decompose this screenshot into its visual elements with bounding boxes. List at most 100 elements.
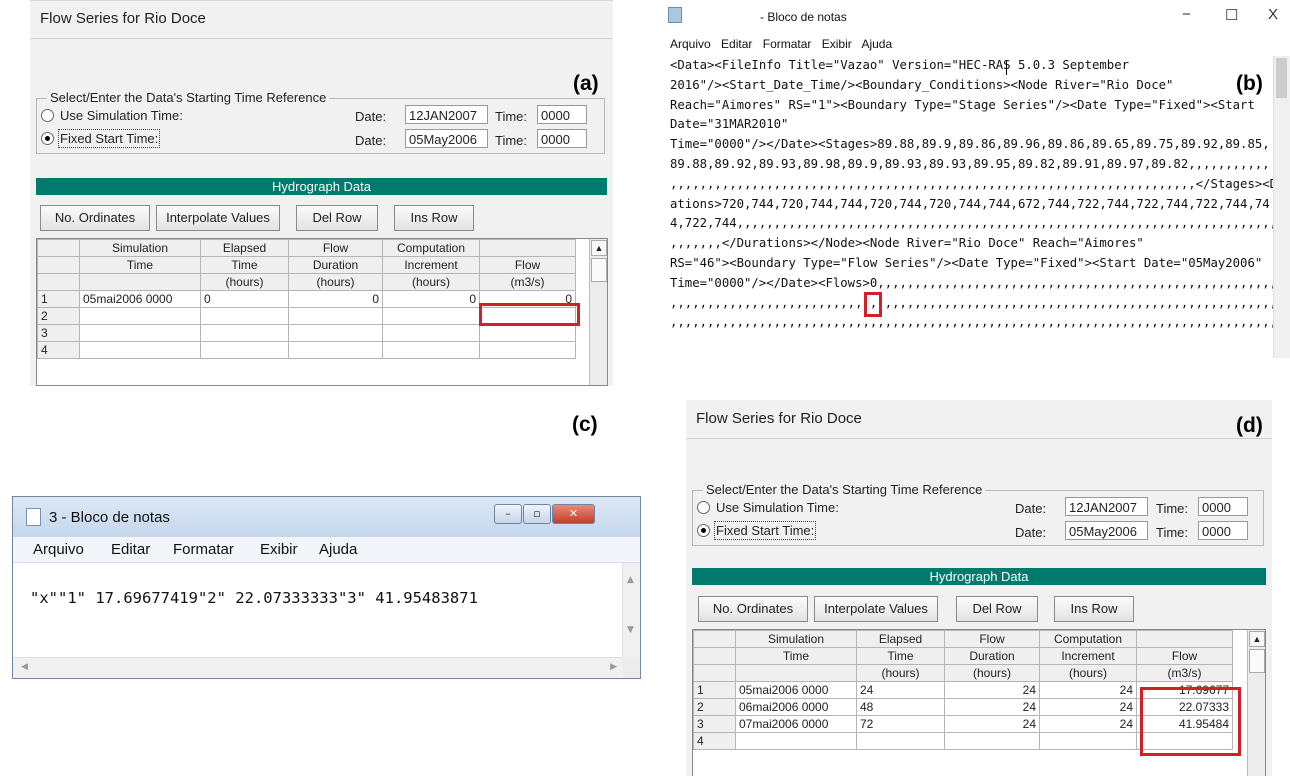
cell-elapsed[interactable]: 72: [856, 715, 945, 733]
cell-increment[interactable]: 0: [382, 290, 480, 308]
cell-increment[interactable]: [382, 341, 480, 359]
resize-grip-icon[interactable]: [623, 658, 640, 678]
cell-duration[interactable]: 24: [944, 715, 1040, 733]
scroll-up-icon[interactable]: ▲: [591, 240, 607, 256]
interpolate-values-button[interactable]: Interpolate Values: [814, 596, 938, 622]
cell-elapsed[interactable]: [200, 341, 289, 359]
text-line: Date="31MAR2010": [670, 117, 789, 132]
radio-fixed-start-time[interactable]: [697, 523, 710, 537]
horizontal-scrollbar[interactable]: ◀ ▶: [13, 657, 623, 678]
cell-flow[interactable]: [479, 341, 576, 359]
table-row[interactable]: 4: [37, 341, 576, 359]
col-duration-h2: Duration: [944, 647, 1040, 665]
maximize-icon[interactable]: ☐: [1225, 6, 1238, 24]
vertical-scrollbar[interactable]: ▲ ▼: [622, 563, 640, 658]
text-line: 4,722,744,,,,,,,,,,,,,,,,,,,,,,,,,,,,,,,…: [670, 216, 1278, 231]
minimize-icon[interactable]: −: [1182, 6, 1191, 23]
cell-flow[interactable]: [479, 324, 576, 342]
menu-arquivo[interactable]: Arquivo: [33, 541, 84, 558]
cell-sim-time[interactable]: [735, 732, 857, 750]
cell-sim-time[interactable]: 07mai2006 0000: [735, 715, 857, 733]
cell-elapsed[interactable]: 24: [856, 681, 945, 699]
cell-sim-time[interactable]: [79, 307, 201, 325]
maximize-icon[interactable]: ▫: [523, 504, 551, 524]
scroll-up-icon[interactable]: ▲: [627, 575, 634, 585]
menu-exibir[interactable]: Exibir: [260, 541, 298, 558]
option-fixed-start-time[interactable]: Fixed Start Time:: [697, 520, 817, 540]
table-row[interactable]: 3: [37, 324, 576, 342]
scroll-right-icon[interactable]: ▶: [610, 662, 617, 672]
ins-row-button[interactable]: Ins Row: [1054, 596, 1134, 622]
radio-fixed-start-time[interactable]: [41, 131, 54, 145]
close-icon[interactable]: ✕: [552, 504, 595, 524]
fixed-date-field[interactable]: 05May2006: [405, 129, 488, 148]
cell-elapsed[interactable]: [856, 732, 945, 750]
cell-duration[interactable]: [288, 307, 383, 325]
text-line: Time="0000"/></Date><Stages>89.88,89.9,8…: [670, 137, 1270, 152]
vertical-scrollbar[interactable]: [1273, 56, 1290, 358]
interpolate-values-button[interactable]: Interpolate Values: [156, 205, 280, 231]
del-row-button[interactable]: Del Row: [296, 205, 378, 231]
minimize-icon[interactable]: –: [494, 504, 522, 524]
radio-simulation-time[interactable]: [41, 108, 54, 122]
xml-text-content[interactable]: <Data><FileInfo Title="Vazao" Version="H…: [670, 56, 1290, 333]
close-icon[interactable]: X: [1268, 6, 1278, 23]
sim-date-field[interactable]: 12JAN2007: [405, 105, 488, 124]
cell-duration[interactable]: [944, 732, 1040, 750]
text-content[interactable]: "x""1" 17.69677419"2" 22.07333333"3" 41.…: [30, 589, 478, 607]
cell-increment[interactable]: 24: [1039, 698, 1137, 716]
menu-arquivo[interactable]: Arquivo: [670, 37, 711, 51]
cell-increment[interactable]: [382, 324, 480, 342]
scroll-thumb[interactable]: [1249, 649, 1265, 673]
no-ordinates-button[interactable]: No. Ordinates: [40, 205, 150, 231]
scroll-thumb[interactable]: [591, 258, 607, 282]
menu-exibir[interactable]: Exibir: [822, 37, 852, 51]
menu-editar[interactable]: Editar: [111, 541, 150, 558]
option-simulation-time[interactable]: Use Simulation Time:: [697, 497, 839, 517]
cell-elapsed[interactable]: 0: [200, 290, 289, 308]
sim-time-field[interactable]: 0000: [1198, 497, 1248, 516]
menu-ajuda[interactable]: Ajuda: [861, 37, 892, 51]
cell-sim-time[interactable]: [79, 341, 201, 359]
cell-duration[interactable]: 0: [288, 290, 383, 308]
menu-editar[interactable]: Editar: [721, 37, 752, 51]
cell-increment[interactable]: [382, 307, 480, 325]
fixed-date-field[interactable]: 05May2006: [1065, 521, 1148, 540]
sim-date-field[interactable]: 12JAN2007: [1065, 497, 1148, 516]
cell-duration[interactable]: 24: [944, 698, 1040, 716]
cell-sim-time[interactable]: 05mai2006 0000: [735, 681, 857, 699]
cell-sim-time[interactable]: 06mai2006 0000: [735, 698, 857, 716]
menu-ajuda[interactable]: Ajuda: [319, 541, 357, 558]
cell-elapsed[interactable]: 48: [856, 698, 945, 716]
scroll-down-icon[interactable]: ▼: [627, 625, 634, 635]
cell-elapsed[interactable]: [200, 307, 289, 325]
scroll-left-icon[interactable]: ◀: [21, 662, 28, 672]
grid-scrollbar[interactable]: ▲: [1247, 630, 1265, 776]
no-ordinates-button[interactable]: No. Ordinates: [698, 596, 808, 622]
fixed-time-field[interactable]: 0000: [1198, 521, 1248, 540]
option-fixed-start-time[interactable]: Fixed Start Time:: [41, 128, 161, 148]
option-simulation-time[interactable]: Use Simulation Time:: [41, 105, 183, 125]
text-line: 89.88,89.92,89.93,89.98,89.9,89.93,89.93…: [670, 156, 1270, 171]
cell-sim-time[interactable]: 05mai2006 0000: [79, 290, 201, 308]
menu-formatar[interactable]: Formatar: [173, 541, 234, 558]
sim-time-field[interactable]: 0000: [537, 105, 587, 124]
del-row-button[interactable]: Del Row: [956, 596, 1038, 622]
cell-sim-time[interactable]: [79, 324, 201, 342]
scroll-thumb[interactable]: [1276, 58, 1287, 98]
grid-scrollbar[interactable]: ▲: [589, 239, 607, 385]
cell-elapsed[interactable]: [200, 324, 289, 342]
scroll-up-icon[interactable]: ▲: [1249, 631, 1265, 647]
col-elapsed-h1: Elapsed: [856, 630, 945, 648]
cell-duration[interactable]: [288, 324, 383, 342]
cell-duration[interactable]: 24: [944, 681, 1040, 699]
cell-duration[interactable]: [288, 341, 383, 359]
cell-increment[interactable]: [1039, 732, 1137, 750]
menu-formatar[interactable]: Formatar: [763, 37, 812, 51]
radio-simulation-time[interactable]: [697, 500, 710, 514]
fixed-time-field[interactable]: 0000: [537, 129, 587, 148]
cell-increment[interactable]: 24: [1039, 715, 1137, 733]
cell-increment[interactable]: 24: [1039, 681, 1137, 699]
row-number: 3: [37, 324, 80, 342]
ins-row-button[interactable]: Ins Row: [394, 205, 474, 231]
